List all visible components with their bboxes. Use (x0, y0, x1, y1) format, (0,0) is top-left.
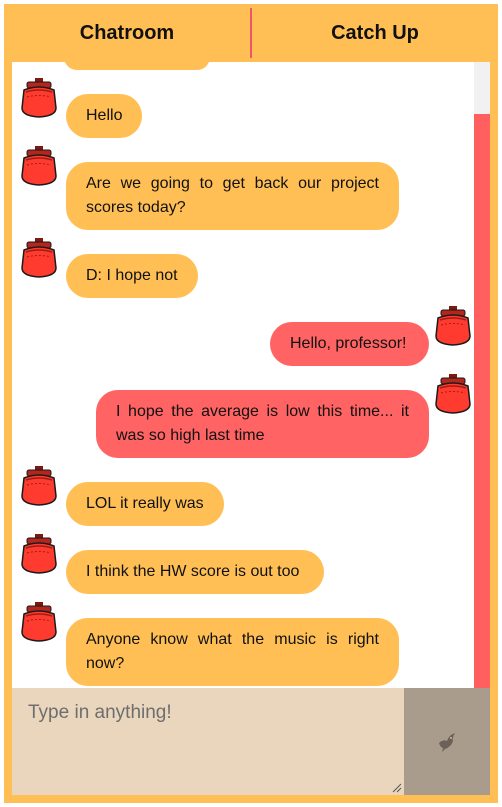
avatar-icon (434, 374, 472, 414)
message-bubble: Are we going to get back our project sco… (66, 162, 399, 230)
message-text: D: I hope not (86, 267, 178, 284)
bird-icon (439, 732, 455, 752)
avatar-icon (20, 534, 58, 574)
message-bubble-partial (64, 62, 210, 70)
avatar-icon (20, 78, 58, 118)
avatar-icon (20, 602, 58, 642)
message-text: Are we going to get back our project sco… (86, 175, 379, 216)
message-bubble: LOL it really was (66, 482, 224, 526)
tab-chatroom[interactable]: Chatroom (4, 4, 250, 62)
avatar-icon (20, 466, 58, 506)
message-text: LOL it really was (86, 495, 204, 512)
message-bubble: I think the HW score is out too (66, 550, 324, 594)
message-bubble: D: I hope not (66, 254, 198, 298)
tab-catch-up[interactable]: Catch Up (252, 4, 498, 62)
message-text: I think the HW score is out too (86, 563, 300, 580)
avatar-icon (434, 306, 472, 346)
message-text: Hello (86, 107, 123, 124)
message-input-container (12, 688, 404, 795)
avatar-icon (20, 238, 58, 278)
message-bubble-own: Hello, professor! (270, 322, 429, 366)
send-button[interactable] (404, 688, 490, 795)
avatar-icon (20, 146, 58, 186)
chat-message-list[interactable]: Hello Are we going to get back our proje… (12, 62, 490, 688)
message-bubble: Hello (66, 94, 142, 138)
message-bubble-own: I hope the average is low this time... i… (96, 390, 429, 458)
message-text: Anyone know what the music is right now? (86, 631, 379, 672)
resize-grip-icon[interactable] (392, 783, 402, 793)
message-bubble: Anyone know what the music is right now? (66, 618, 399, 686)
chat-scrollbar-track[interactable] (474, 62, 490, 688)
message-input[interactable] (12, 688, 404, 795)
chat-scrollbar-thumb[interactable] (474, 114, 490, 688)
message-text: I hope the average is low this time... i… (116, 403, 409, 444)
app-frame: Chatroom Catch Up Hello Are we going to … (4, 4, 498, 803)
message-text: Hello, professor! (290, 335, 407, 352)
tab-bar: Chatroom Catch Up (4, 4, 498, 62)
